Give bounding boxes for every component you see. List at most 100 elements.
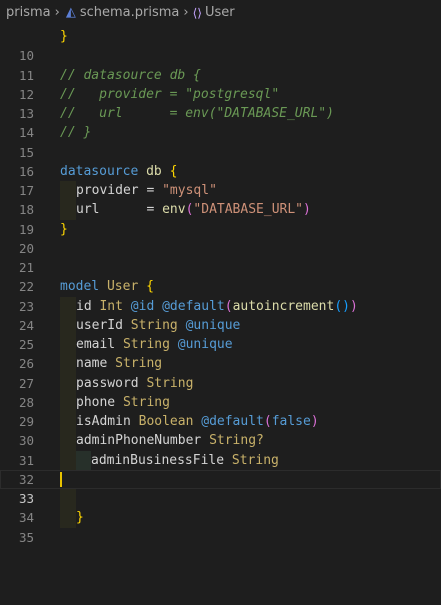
chevron-right-icon: › [54,5,60,20]
field-type: Boolean [138,414,194,429]
indent-guide [60,296,76,316]
code-line: 24 id Int @id @default(autoincrement()) [0,296,441,333]
code-line: 31 adminPhoneNumber String? [0,431,441,468]
code-line: 18 provider = "mysql" [0,181,441,217]
opening-brace: { [146,279,154,295]
field-type: String [146,375,194,391]
line-number: 35 [18,529,34,545]
attribute: @unique [177,337,233,352]
code-line: 25 userId String @unique [0,315,441,352]
datasource-name: db [146,163,162,179]
indent-guide [60,489,76,509]
function-name: autoincrement [232,298,335,314]
field-name: adminPhoneNumber [76,433,202,449]
comment: // provider = "postgresql" [60,86,280,102]
indent-guide [60,431,76,451]
indent-guide [60,450,76,470]
comment: // } [60,125,92,141]
code-line: 12 // datasource db { [0,66,441,102]
field-type: Int [99,298,123,314]
code-line: 34 [0,489,441,525]
indent-guide [60,508,76,528]
attribute: @unique [185,317,241,333]
code-line: 32 adminBusinessFile String [0,450,441,487]
chevron-right-icon: › [183,5,189,20]
paren: () [334,298,350,314]
field-type: String? [209,433,264,449]
field-name: adminBusinessFile [91,452,225,468]
code-line: 20 } [0,220,441,256]
code-line: 26 email String @unique [0,335,441,371]
paren: ) [303,202,311,218]
closing-brace: } [60,29,68,44]
indent-guide [60,200,76,220]
field-type: String [122,394,170,410]
breadcrumb-file[interactable]: ◭ schema.prisma [64,5,180,20]
breadcrumb: prisma › ◭ schema.prisma › ⟨⟩ User [0,0,441,25]
boolean-value: false [271,414,311,429]
comment: // url = env("DATABASE_URL") [60,106,334,121]
code-line: 22 [0,258,441,294]
attribute: @default [201,414,264,429]
code-line: 16 [0,143,441,179]
paren: ) [310,414,319,429]
code-line: 28 password String [0,373,441,410]
opening-brace: { [169,163,178,179]
code-line: 27 name String [0,354,441,391]
code-line: 10 } [0,27,441,63]
symbol-structure-icon: ⟨⟩ [192,5,202,20]
text-cursor [60,471,62,487]
field-name: phone [76,394,116,410]
field-name: email [76,337,116,352]
keyword-datasource: datasource [60,163,139,179]
code-line: 35 } [0,508,441,545]
code-line: 19 url = env("DATABASE_URL") [0,200,441,237]
property-name: provider [76,183,139,198]
code-line: 29 phone String [0,392,441,429]
comment: // datasource db { [60,67,201,83]
operator: = [138,183,163,198]
code-line: 15 // } [0,123,441,159]
field-type: String [115,356,163,372]
string-value: "mysql" [162,183,217,198]
operator: = [99,202,163,218]
indent-guide [60,181,76,201]
breadcrumb-symbol[interactable]: ⟨⟩ User [193,5,235,20]
function-name: env [162,202,186,218]
indent-guide [60,354,76,374]
closing-brace: } [60,221,68,237]
current-line[interactable]: 33 [0,469,441,506]
indent-guide [60,412,76,432]
breadcrumb-symbol-label: User [204,5,235,20]
code-line: 17 datasource db { [0,162,441,198]
paren: ) [349,298,358,314]
field-type: String [122,337,170,352]
keyword-model: model [60,279,100,295]
model-name: User [106,279,139,295]
code-line: 14 // url = env("DATABASE_URL") [0,104,441,140]
indent-guide [60,392,76,412]
property-name: url [76,202,100,218]
breadcrumb-folder[interactable]: prisma [6,5,51,20]
code-editor[interactable]: 10 } 11 12 // datasource db { 13 // prov… [0,27,441,545]
indent-guide [60,335,76,355]
field-type: String [130,317,178,333]
indent-guide [76,450,91,470]
indent-guide [60,315,76,335]
breadcrumb-folder-label: prisma [6,5,51,20]
field-name: id [76,298,92,314]
paren: ( [224,298,233,314]
code-line: 21 [0,239,441,275]
code-line: 13 // provider = "postgresql" [0,85,441,121]
code-line: 30 isAdmin Boolean @default(false) [0,412,441,448]
closing-brace: } [76,510,84,526]
field-name: password [76,375,139,391]
code-line: 11 [0,46,441,83]
attribute: @id [130,298,155,314]
string-value: "DATABASE_URL" [193,202,303,218]
field-name: userId [76,317,123,333]
field-type: String [231,452,279,468]
indent-guide [60,373,76,393]
breadcrumb-file-label: schema.prisma [79,5,180,20]
field-name: isAdmin [76,414,131,429]
